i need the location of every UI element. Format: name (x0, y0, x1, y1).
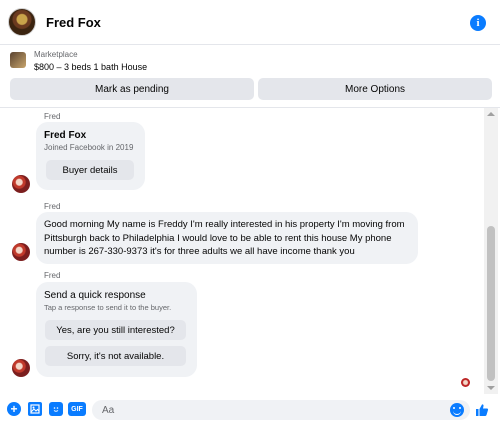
gif-icon[interactable]: GIF (68, 402, 86, 416)
scroll-down-arrow-icon[interactable] (487, 386, 495, 390)
seen-indicator-avatar (461, 378, 470, 387)
message-composer: + GIF (0, 396, 500, 423)
contact-avatar[interactable] (8, 8, 36, 36)
image-icon[interactable] (28, 402, 42, 416)
profile-card: Fred Fox Joined Facebook in 2019 Buyer d… (36, 122, 145, 190)
message-sender: Fred (44, 202, 61, 211)
quick-response-yes-button[interactable]: Yes, are you still interested? (45, 320, 186, 340)
more-options-button[interactable]: More Options (258, 78, 492, 100)
sender-avatar[interactable] (12, 243, 30, 261)
scroll-up-arrow-icon[interactable] (487, 112, 495, 116)
message-thread: Fred Fred Fox Joined Facebook in 2019 Bu… (0, 108, 482, 394)
emoji-icon[interactable] (450, 403, 464, 417)
quick-response-sorry-button[interactable]: Sorry, it's not available. (45, 346, 186, 366)
profile-card-subtitle: Joined Facebook in 2019 (44, 143, 134, 152)
message-input[interactable] (92, 400, 470, 420)
mark-as-pending-button[interactable]: Mark as pending (10, 78, 254, 100)
listing-category: Marketplace (34, 50, 78, 59)
scrollbar-thumb[interactable] (487, 226, 495, 381)
quick-response-subtitle: Tap a response to send it to the buyer. (44, 303, 172, 312)
plus-icon[interactable]: + (7, 402, 21, 416)
chat-header: Fred Fox i (0, 0, 500, 45)
listing-title[interactable]: $800 – 3 beds 1 bath House (34, 62, 147, 72)
buyer-details-button[interactable]: Buyer details (46, 160, 134, 180)
quick-response-card: Send a quick response Tap a response to … (36, 282, 197, 377)
message-bubble: Good morning My name is Freddy I'm reall… (36, 212, 418, 264)
sticker-icon[interactable] (49, 402, 63, 416)
info-icon[interactable]: i (470, 15, 486, 31)
quick-response-title: Send a quick response (44, 290, 146, 301)
sender-avatar[interactable] (12, 359, 30, 377)
message-sender: Fred (44, 271, 61, 280)
sender-avatar[interactable] (12, 175, 30, 193)
contact-name[interactable]: Fred Fox (46, 15, 101, 30)
listing-thumbnail[interactable] (10, 52, 26, 68)
scrollbar[interactable] (484, 108, 498, 394)
thumbs-up-icon[interactable] (474, 402, 490, 418)
profile-card-name: Fred Fox (44, 130, 87, 141)
message-sender: Fred (44, 112, 61, 121)
